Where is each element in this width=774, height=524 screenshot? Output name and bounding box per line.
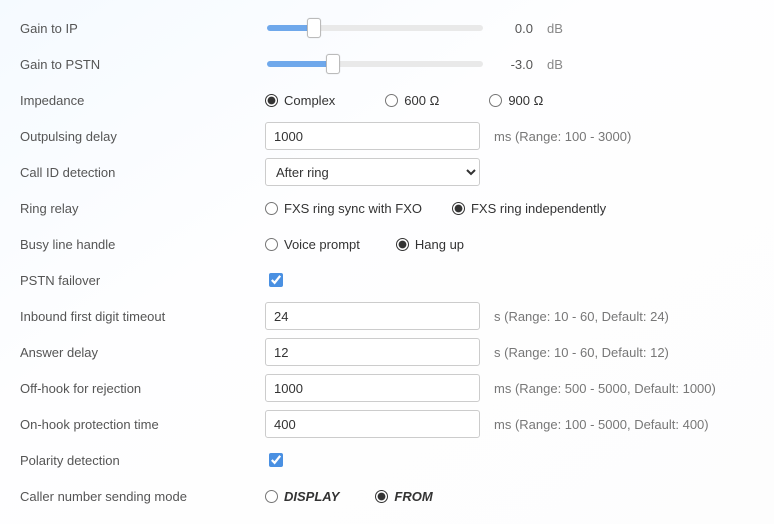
slider-gain-pstn[interactable] xyxy=(267,61,483,67)
row-inbound-first-digit: Inbound first digit timeout s (Range: 10… xyxy=(20,298,754,334)
label-inbound-first-digit: Inbound first digit timeout xyxy=(20,309,265,324)
radio-label-complex: Complex xyxy=(284,93,335,108)
hint-off-hook: ms (Range: 500 - 5000, Default: 1000) xyxy=(494,381,716,396)
radio-impedance-900[interactable]: 900 Ω xyxy=(489,93,543,108)
radio-busy-voice[interactable]: Voice prompt xyxy=(265,237,360,252)
radio-caller-display[interactable]: DISPLAY xyxy=(265,489,339,504)
radio-label-busy-hang: Hang up xyxy=(415,237,464,252)
value-gain-ip: 0.0 xyxy=(493,21,533,36)
row-pstn-failover: PSTN failover xyxy=(20,262,754,298)
row-gain-pstn: Gain to PSTN -3.0 dB xyxy=(20,46,754,82)
label-off-hook: Off-hook for rejection xyxy=(20,381,265,396)
select-call-id-detection[interactable]: After ring xyxy=(265,158,480,186)
checkbox-pstn-failover[interactable] xyxy=(269,273,283,287)
input-off-hook[interactable] xyxy=(265,374,480,402)
row-caller-mode: Caller number sending mode DISPLAY FROM xyxy=(20,478,754,514)
input-inbound-first-digit[interactable] xyxy=(265,302,480,330)
label-gain-pstn: Gain to PSTN xyxy=(20,57,265,72)
row-off-hook: Off-hook for rejection ms (Range: 500 - … xyxy=(20,370,754,406)
row-busy-line: Busy line handle Voice prompt Hang up xyxy=(20,226,754,262)
label-outpulsing-delay: Outpulsing delay xyxy=(20,129,265,144)
radio-busy-hang[interactable]: Hang up xyxy=(396,237,464,252)
label-call-id-detection: Call ID detection xyxy=(20,165,265,180)
label-on-hook: On-hook protection time xyxy=(20,417,265,432)
radio-label-ring-sync: FXS ring sync with FXO xyxy=(284,201,422,216)
row-outpulsing-delay: Outpulsing delay ms (Range: 100 - 3000) xyxy=(20,118,754,154)
unit-gain-ip: dB xyxy=(547,21,563,36)
row-ring-relay: Ring relay FXS ring sync with FXO FXS ri… xyxy=(20,190,754,226)
row-impedance: Impedance Complex 600 Ω 900 Ω xyxy=(20,82,754,118)
hint-answer-delay: s (Range: 10 - 60, Default: 12) xyxy=(494,345,669,360)
radio-label-ring-indep: FXS ring independently xyxy=(471,201,606,216)
label-polarity-detection: Polarity detection xyxy=(20,453,265,468)
label-answer-delay: Answer delay xyxy=(20,345,265,360)
radio-impedance-600[interactable]: 600 Ω xyxy=(385,93,439,108)
value-gain-pstn: -3.0 xyxy=(493,57,533,72)
label-ring-relay: Ring relay xyxy=(20,201,265,216)
label-impedance: Impedance xyxy=(20,93,265,108)
row-polarity-detection: Polarity detection xyxy=(20,442,754,478)
row-gain-ip: Gain to IP 0.0 dB xyxy=(20,10,754,46)
checkbox-polarity-detection[interactable] xyxy=(269,453,283,467)
hint-outpulsing-delay: ms (Range: 100 - 3000) xyxy=(494,129,631,144)
radio-label-600: 600 Ω xyxy=(404,93,439,108)
input-answer-delay[interactable] xyxy=(265,338,480,366)
radio-impedance-complex[interactable]: Complex xyxy=(265,93,335,108)
radio-label-900: 900 Ω xyxy=(508,93,543,108)
slider-gain-ip[interactable] xyxy=(267,25,483,31)
label-pstn-failover: PSTN failover xyxy=(20,273,265,288)
row-answer-delay: Answer delay s (Range: 10 - 60, Default:… xyxy=(20,334,754,370)
row-on-hook: On-hook protection time ms (Range: 100 -… xyxy=(20,406,754,442)
radio-label-busy-voice: Voice prompt xyxy=(284,237,360,252)
radio-caller-from[interactable]: FROM xyxy=(375,489,432,504)
input-on-hook[interactable] xyxy=(265,410,480,438)
unit-gain-pstn: dB xyxy=(547,57,563,72)
input-outpulsing-delay[interactable] xyxy=(265,122,480,150)
hint-on-hook: ms (Range: 100 - 5000, Default: 400) xyxy=(494,417,709,432)
row-call-id-detection: Call ID detection After ring xyxy=(20,154,754,190)
radio-label-caller-from: FROM xyxy=(394,489,432,504)
label-busy-line: Busy line handle xyxy=(20,237,265,252)
radio-ring-sync[interactable]: FXS ring sync with FXO xyxy=(265,201,422,216)
radio-ring-indep[interactable]: FXS ring independently xyxy=(452,201,606,216)
hint-inbound-first-digit: s (Range: 10 - 60, Default: 24) xyxy=(494,309,669,324)
label-caller-mode: Caller number sending mode xyxy=(20,489,265,504)
label-gain-ip: Gain to IP xyxy=(20,21,265,36)
radio-label-caller-display: DISPLAY xyxy=(284,489,339,504)
